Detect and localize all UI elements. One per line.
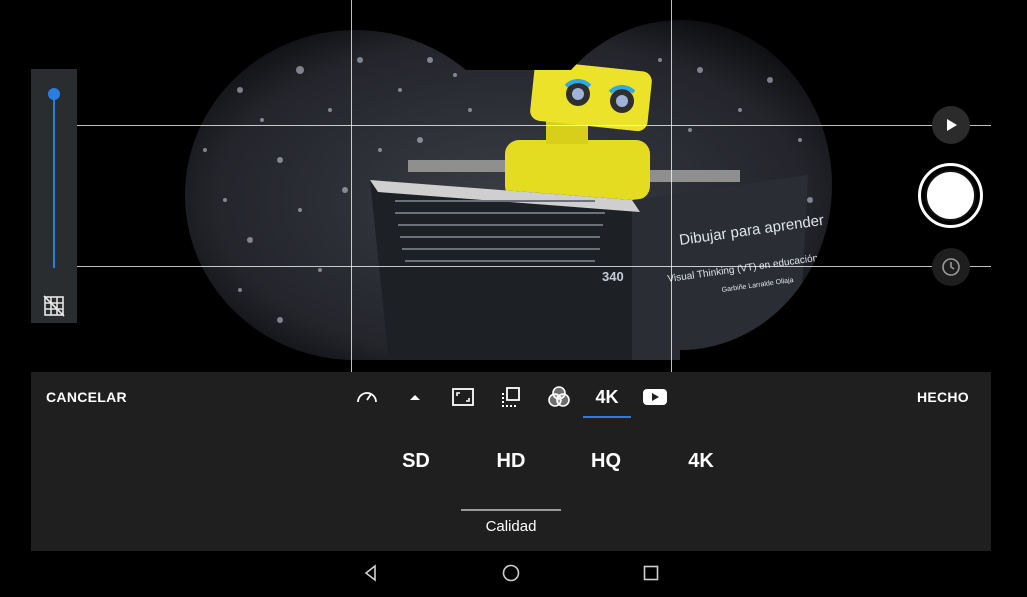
quality-option-sd[interactable]: SD: [386, 450, 446, 473]
recents-icon[interactable]: [637, 559, 665, 587]
zoom-slider[interactable]: [53, 94, 55, 268]
quality-option-4k[interactable]: 4K: [671, 450, 731, 473]
selected-tab-indicator: [583, 416, 631, 418]
settings-panel: CANCELAR HECHO 4K SD HD HQ 4K Calidad: [31, 372, 991, 551]
back-icon[interactable]: [357, 559, 385, 587]
frames-icon[interactable]: [498, 384, 524, 410]
shutter-inner: [925, 170, 976, 221]
grid-line-vertical-right: [671, 0, 672, 372]
youtube-icon[interactable]: [642, 384, 668, 410]
aspect-ratio-icon[interactable]: [450, 384, 476, 410]
quality-divider: [461, 509, 561, 511]
done-button[interactable]: HECHO: [917, 389, 969, 405]
cancel-button[interactable]: CANCELAR: [46, 389, 127, 405]
caret-up-icon[interactable]: [402, 384, 428, 410]
grid-line-horizontal-bottom: [77, 266, 991, 267]
viewfinder-photo: 340 Dibujar para aprender Visual Thinkin…: [185, 20, 832, 360]
color-filter-icon[interactable]: [546, 384, 572, 410]
zoom-slider-fill: [53, 94, 55, 268]
quality-label: Calidad: [485, 518, 537, 535]
speedometer-icon[interactable]: [354, 384, 380, 410]
zoom-slider-thumb[interactable]: [48, 88, 60, 100]
navigation-bar: [0, 551, 1027, 597]
grid-off-icon[interactable]: [43, 295, 65, 317]
tab-resolution-4k[interactable]: 4K: [592, 384, 622, 410]
zoom-slider-panel: [31, 69, 77, 323]
play-icon[interactable]: [932, 106, 970, 144]
grid-line-horizontal-top: [77, 125, 991, 126]
quality-option-hd[interactable]: HD: [481, 450, 541, 473]
camera-viewfinder[interactable]: 340 Dibujar para aprender Visual Thinkin…: [0, 0, 1027, 372]
clock-icon[interactable]: [932, 248, 970, 286]
book-page-number: 340: [602, 269, 624, 284]
quality-option-hq[interactable]: HQ: [576, 450, 636, 473]
shutter-button[interactable]: [918, 163, 983, 228]
home-icon[interactable]: [497, 559, 525, 587]
grid-line-vertical-left: [351, 0, 352, 372]
